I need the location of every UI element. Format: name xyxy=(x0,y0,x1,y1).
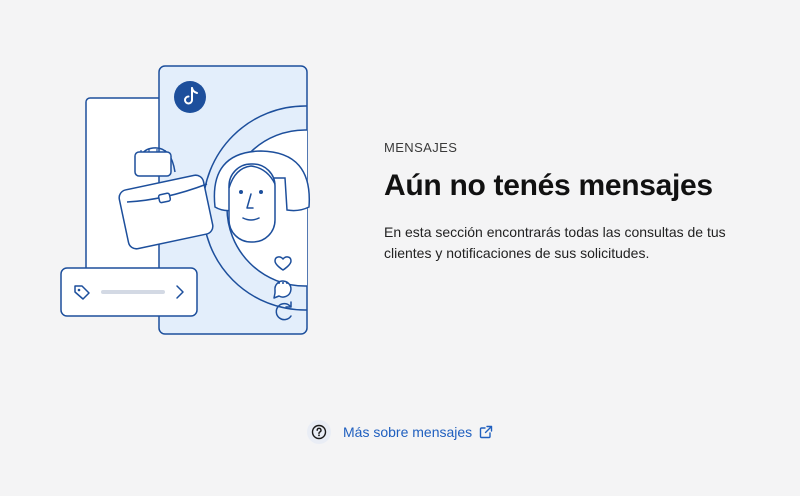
empty-state-illustration xyxy=(55,60,315,342)
product-card xyxy=(60,267,198,317)
question-circle-icon xyxy=(307,420,331,444)
external-link-icon xyxy=(478,424,494,440)
page-title: Aún no tenés mensajes xyxy=(384,169,713,202)
comment-icon xyxy=(273,280,292,299)
empty-state-description: En esta sección encontrarás todas las co… xyxy=(384,224,726,261)
help-link-label[interactable]: Más sobre mensajes xyxy=(343,424,472,440)
section-eyebrow: MENSAJES xyxy=(384,140,458,155)
empty-state-text: MENSAJES Aún no tenés mensajes En esta s… xyxy=(384,140,764,264)
placeholder-line xyxy=(101,290,165,294)
tiktok-icon xyxy=(174,81,206,113)
more-about-messages-link[interactable]: Más sobre mensajes xyxy=(307,420,494,444)
